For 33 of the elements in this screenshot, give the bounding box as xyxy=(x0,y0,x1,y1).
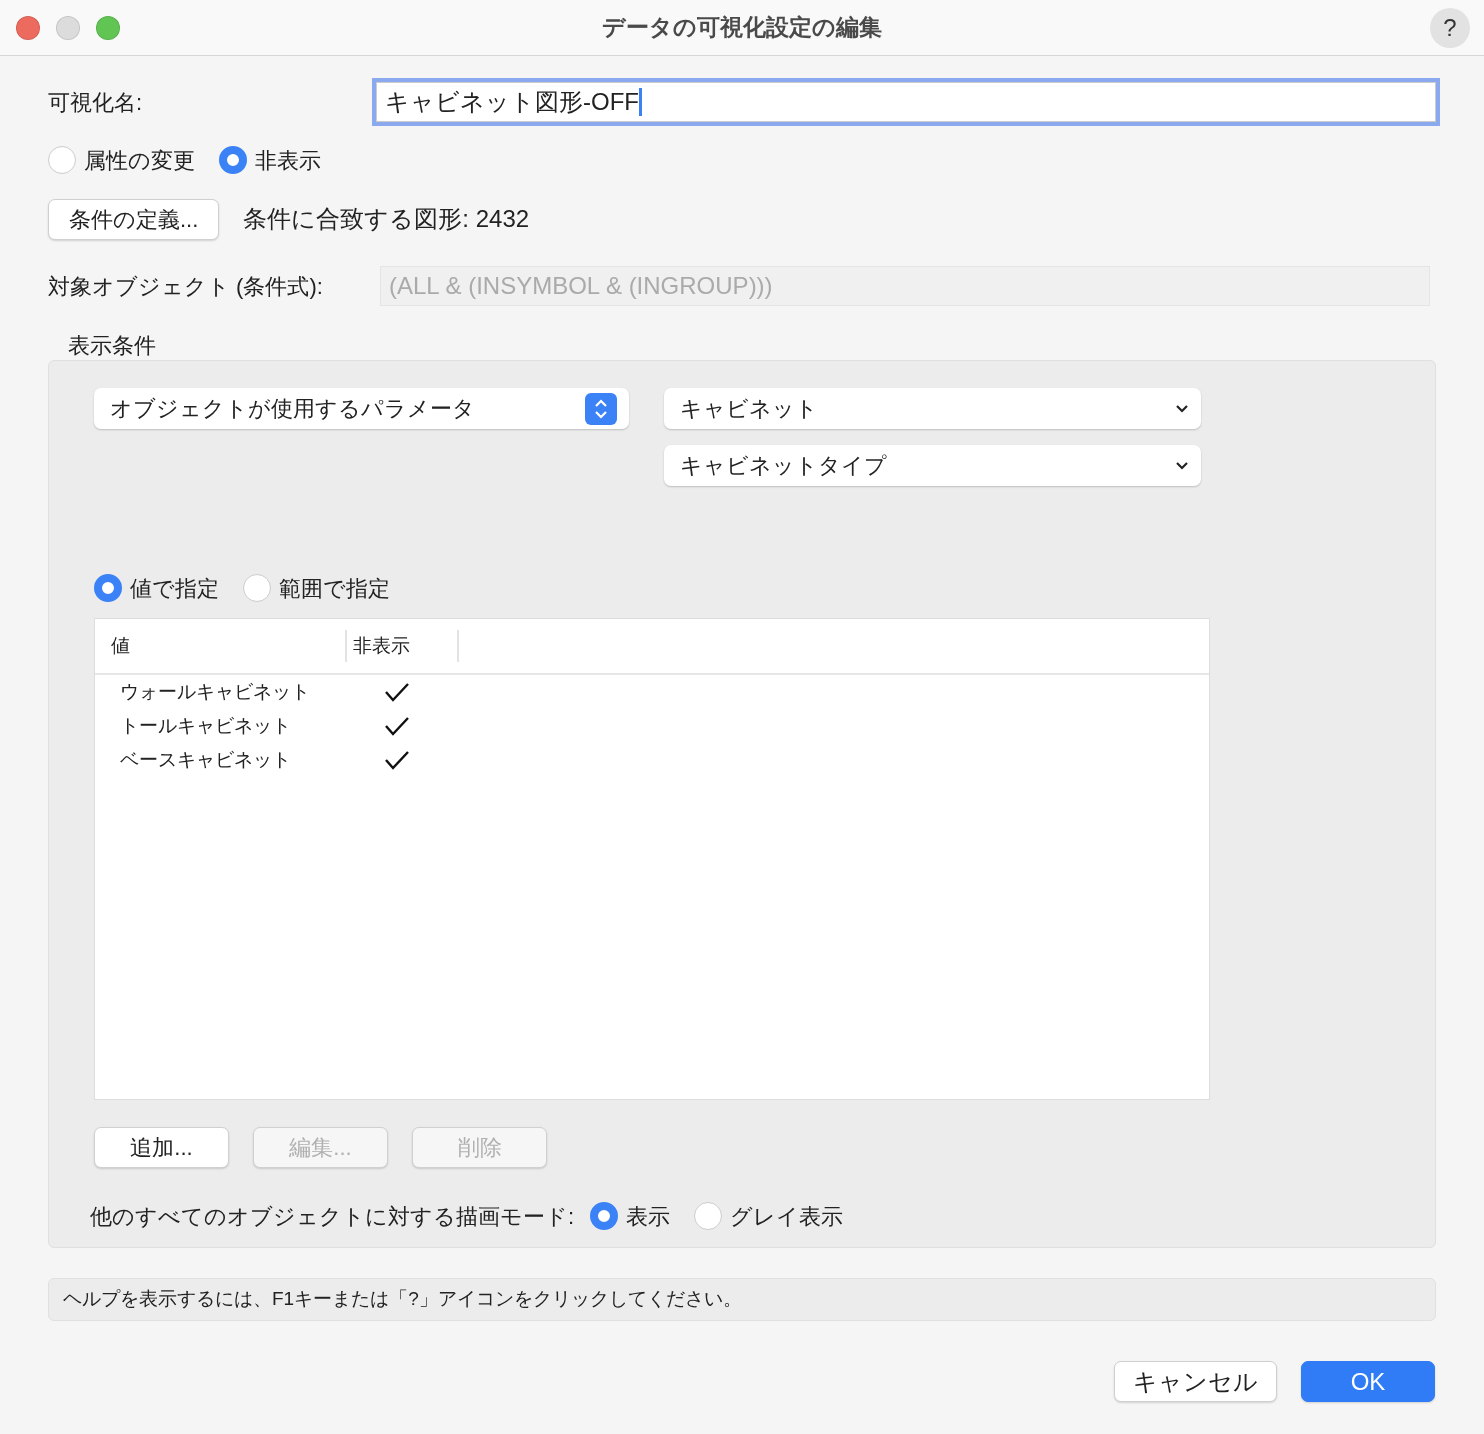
help-text: ヘルプを表示するには、F1キーまたは「?」アイコンをクリックしてください。 xyxy=(48,1278,1436,1321)
help-button[interactable]: ? xyxy=(1430,8,1470,48)
define-button[interactable]: 条件の定義... xyxy=(48,198,220,240)
table-cell-text: トールキャビネット xyxy=(119,713,292,738)
field-label: 対象オブジェクト (条件式): xyxy=(48,272,324,301)
dropdown[interactable]: キャビネットタイプ xyxy=(664,445,1201,486)
popup-button[interactable]: オブジェクトが使用するパラメータ xyxy=(94,388,629,429)
match-count: 条件に合致する図形: 2432 xyxy=(243,204,530,234)
column-header: 値 xyxy=(95,630,347,662)
dropdown[interactable]: キャビネット xyxy=(664,388,1201,429)
chevron-icon xyxy=(1175,403,1189,414)
zoom-icon[interactable] xyxy=(96,16,120,40)
radio-button[interactable]: グレイ表示 xyxy=(694,1199,844,1233)
table-cell-text: ベースキャビネット xyxy=(119,747,292,772)
chevron-icon xyxy=(1175,460,1189,471)
minimize-icon[interactable] xyxy=(56,16,80,40)
radio-button[interactable]: 値で指定 xyxy=(94,571,219,605)
window-title: データの可視化設定の編集 xyxy=(602,13,882,43)
field-label: 他のすべてのオブジェクトに対する描画モード: xyxy=(90,1202,575,1231)
stepper-icon xyxy=(585,392,617,425)
action-button[interactable]: 追加... xyxy=(94,1127,229,1168)
radio-button[interactable]: 属性の変更 xyxy=(48,143,195,177)
criteria-field: (ALL & (INSYMBOL & (INGROUP))) xyxy=(380,266,1430,306)
table-cell-text: ウォールキャビネット xyxy=(119,679,311,704)
radio-button[interactable]: 範囲で指定 xyxy=(243,571,390,605)
radio-button[interactable]: 非表示 xyxy=(219,143,321,177)
cancel-button[interactable]: キャンセル xyxy=(1114,1361,1277,1402)
section-title: 表示条件 xyxy=(68,332,157,360)
ok-button[interactable]: OK xyxy=(1301,1361,1435,1402)
close-icon[interactable] xyxy=(16,16,40,40)
radio-button[interactable]: 表示 xyxy=(590,1199,671,1233)
column-header: 非表示 xyxy=(347,630,459,662)
field-label: 可視化名: xyxy=(48,88,144,117)
